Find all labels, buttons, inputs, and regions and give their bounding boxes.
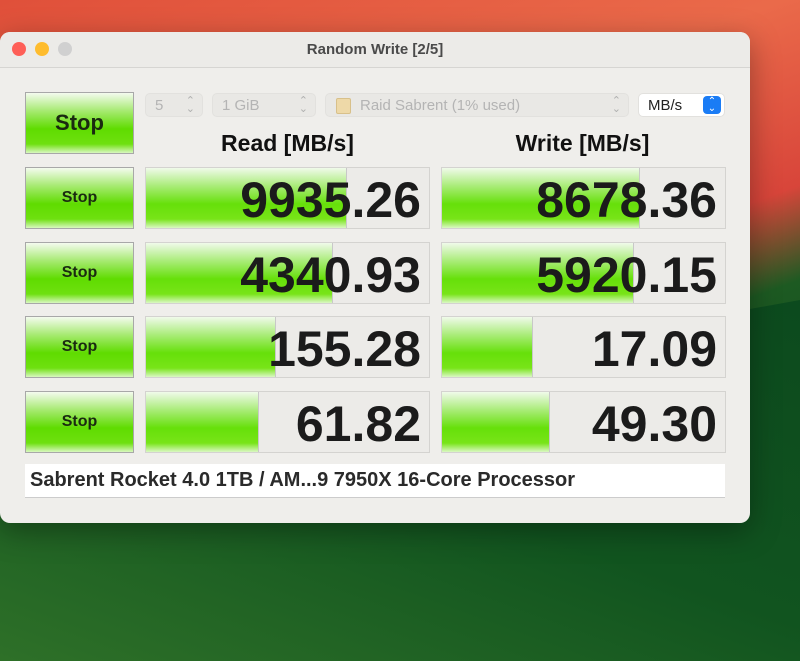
read-result: 4340.93 (145, 241, 430, 304)
all-stop-button[interactable]: Stop (25, 92, 134, 154)
write-value: 17.09 (591, 321, 717, 377)
read-value: 61.82 (295, 395, 421, 452)
row-stop-button[interactable]: Stop (25, 316, 134, 378)
write-result: 17.09 (441, 316, 726, 378)
drive-value: Raid Sabrent (1% used) (360, 97, 521, 114)
chevron-updown-icon: ⌃ ⌄ (185, 95, 195, 115)
read-result: 9935.26 (145, 167, 430, 229)
unit-value: MB/s (648, 97, 683, 114)
row-stop-button[interactable]: Stop (25, 241, 134, 304)
test-size-select[interactable]: 1 GiB ⌃ ⌄ (212, 93, 316, 117)
write-result: 8678.36 (441, 167, 726, 229)
window-title: Random Write [2/5] (306, 41, 444, 58)
chevron-updown-icon: ⌃ ⌄ (611, 95, 621, 115)
write-result: 49.30 (441, 390, 726, 453)
chevron-updown-icon: ⌃ ⌄ (298, 95, 308, 115)
title-bar[interactable]: Random Write [2/5] (0, 32, 750, 68)
write-value: 5920.15 (536, 246, 717, 303)
row-stop-button[interactable]: Stop (25, 167, 134, 229)
read-result: 155.28 (145, 316, 430, 378)
write-header: Write [MB/s] (515, 130, 650, 156)
unit-select[interactable]: MB/s ⌃ ⌄ (638, 93, 725, 117)
description-field[interactable]: Sabrent Rocket 4.0 1TB / AM...9 7950X 16… (25, 464, 725, 498)
read-value: 9935.26 (240, 172, 421, 228)
write-value: 8678.36 (536, 172, 717, 228)
read-progress-bar (146, 317, 277, 377)
read-header: Read [MB/s] (221, 130, 354, 156)
chevron-updown-icon: ⌃ ⌄ (703, 96, 721, 114)
read-progress-bar (146, 391, 260, 452)
test-count-value: 5 (155, 97, 164, 114)
test-count-select[interactable]: 5 ⌃ ⌄ (145, 93, 203, 117)
write-progress-bar (442, 317, 533, 377)
read-value: 155.28 (268, 321, 421, 377)
drive-icon (336, 98, 351, 114)
app-window: Random Write [2/5] Stop 5 ⌃ ⌄ 1 GiB ⌃ ⌄ Raid… (0, 32, 750, 523)
drive-select[interactable]: Raid Sabrent (1% used) ⌃ ⌄ (325, 93, 629, 117)
read-result: 61.82 (145, 390, 430, 453)
write-value: 49.30 (591, 395, 717, 452)
write-result: 5920.15 (441, 241, 726, 304)
write-progress-bar (442, 391, 550, 452)
read-value: 4340.93 (240, 246, 421, 303)
row-stop-button[interactable]: Stop (25, 390, 134, 453)
test-size-value: 1 GiB (222, 97, 260, 114)
